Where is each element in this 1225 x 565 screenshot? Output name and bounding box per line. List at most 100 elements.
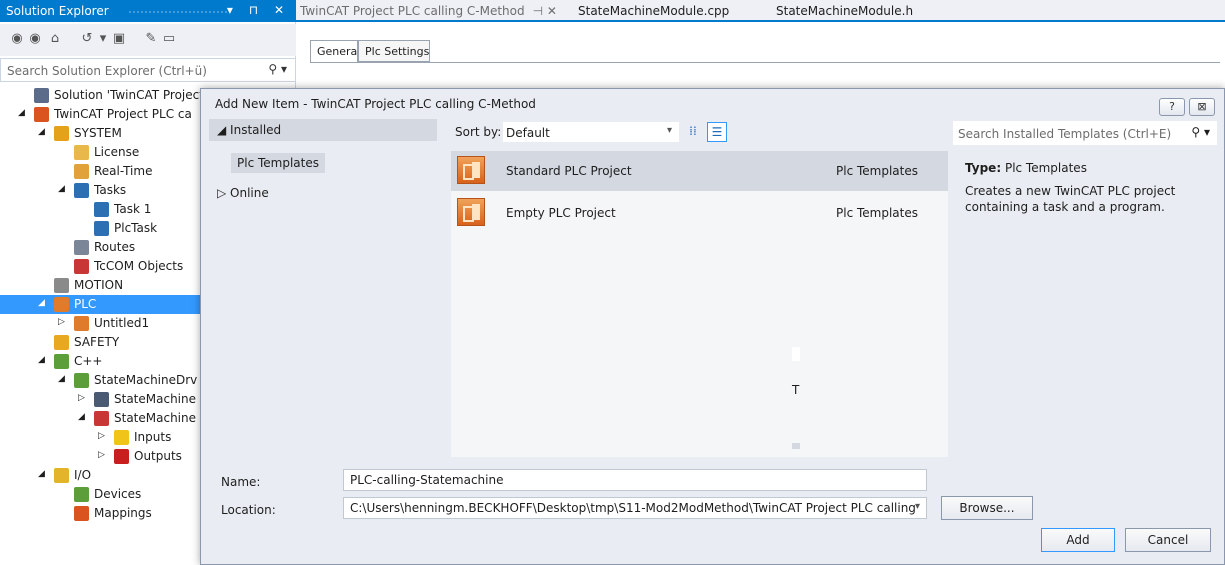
location-field[interactable]: C:\Users\henningm.BECKHOFF\Desktop\tmp\S… bbox=[343, 497, 927, 519]
template-search-input[interactable]: Search Installed Templates (Ctrl+E) bbox=[958, 127, 1171, 141]
home-icon[interactable]: ⌂ bbox=[48, 32, 62, 46]
category-installed[interactable]: ◢ Installed bbox=[209, 119, 437, 141]
editor-tab-label: StateMachineModule.cpp bbox=[578, 4, 730, 18]
render-artifact bbox=[792, 347, 800, 361]
editor-tab-strip: TwinCAT Project PLC calling C-Method ⊣ ✕ S… bbox=[296, 0, 1225, 22]
forward-icon[interactable]: ◉ bbox=[28, 32, 42, 46]
titlebar-buttons[interactable]: ▾ ⊓ ✕ bbox=[227, 3, 290, 17]
editor-tab-label: StateMachineModule.h bbox=[776, 4, 914, 18]
tree-item-label: TwinCAT Project PLC ca bbox=[54, 107, 192, 121]
tree-item-label: Task 1 bbox=[114, 202, 152, 216]
tree-node-icon bbox=[114, 449, 129, 464]
tree-item-label: Devices bbox=[94, 487, 142, 501]
tree-item-label: MOTION bbox=[74, 278, 124, 292]
history-icon[interactable]: ↺ bbox=[80, 32, 94, 46]
search-icon[interactable]: ⚲ ▾ bbox=[1191, 125, 1210, 139]
tab-divider bbox=[310, 62, 1220, 63]
help-button[interactable]: ? bbox=[1159, 98, 1185, 116]
list-view-icon[interactable]: ☰ bbox=[707, 122, 727, 142]
expand-arrow-icon[interactable]: ▷ bbox=[78, 393, 85, 403]
tree-item-label: StateMachine bbox=[114, 411, 196, 425]
tree-node-icon bbox=[74, 487, 89, 502]
dialog-title: Add New Item - TwinCAT Project PLC calli… bbox=[215, 97, 536, 111]
titlebar-grip bbox=[128, 10, 228, 14]
tree-node-icon bbox=[74, 240, 89, 255]
collapse-arrow-icon[interactable]: ◢ bbox=[58, 184, 65, 194]
small-icons-view-icon[interactable]: ⁞⁞ bbox=[683, 122, 703, 142]
tree-node-icon bbox=[94, 411, 109, 426]
name-label: Name: bbox=[221, 475, 261, 489]
chevron-down-icon[interactable]: ▾ bbox=[914, 501, 920, 512]
location-label: Location: bbox=[221, 503, 276, 517]
type-label: Type: bbox=[965, 161, 1002, 175]
collapse-arrow-icon[interactable]: ◢ bbox=[18, 108, 25, 118]
solution-explorer-title: Solution Explorer bbox=[6, 4, 109, 18]
tree-node-icon bbox=[94, 221, 109, 236]
tree-item-label: TcCOM Objects bbox=[94, 259, 184, 273]
solution-explorer-search[interactable]: Search Solution Explorer (Ctrl+ü) ⚲ ▾ bbox=[0, 58, 296, 82]
preview-icon[interactable]: ▭ bbox=[162, 32, 176, 46]
template-type: Type: Plc Templates bbox=[965, 161, 1087, 175]
tab-plc-settings[interactable]: Plc Settings bbox=[358, 40, 430, 62]
category-plc-templates[interactable]: Plc Templates bbox=[231, 153, 325, 173]
solution-explorer-titlebar: Solution Explorer ▾ ⊓ ✕ bbox=[0, 0, 296, 22]
collapse-arrow-icon[interactable]: ◢ bbox=[38, 298, 45, 308]
sort-bar: Sort by: Default ▾ ⁞⁞ ☰ bbox=[451, 119, 948, 145]
properties-wrench-icon[interactable]: ✎ bbox=[144, 32, 158, 46]
tree-node-icon bbox=[114, 430, 129, 445]
tree-item-label: Inputs bbox=[134, 430, 172, 444]
tree-node-icon bbox=[54, 468, 69, 483]
expand-arrow-icon[interactable]: ▷ bbox=[98, 450, 105, 460]
sort-dropdown[interactable]: Default ▾ bbox=[503, 122, 679, 142]
tree-node-icon bbox=[94, 202, 109, 217]
pin-close-icon[interactable]: ⊣ ✕ bbox=[533, 4, 557, 18]
dialog-titlebar: Add New Item - TwinCAT Project PLC calli… bbox=[201, 89, 1224, 117]
sort-label: Sort by: bbox=[455, 125, 502, 139]
template-empty-plc[interactable]: Empty PLC Project Plc Templates bbox=[451, 193, 948, 233]
expand-arrow-icon[interactable]: ▷ bbox=[58, 317, 65, 327]
tree-item-label: Routes bbox=[94, 240, 136, 254]
location-value: C:\Users\henningm.BECKHOFF\Desktop\tmp\S… bbox=[350, 501, 916, 515]
chevron-down-icon: ▾ bbox=[666, 125, 672, 136]
render-artifact-text: T bbox=[792, 383, 800, 397]
category-online[interactable]: ▷ Online bbox=[217, 186, 269, 200]
template-search-box[interactable]: Search Installed Templates (Ctrl+E) ⚲ ▾ bbox=[953, 121, 1217, 145]
close-button[interactable]: ⊠ bbox=[1189, 98, 1215, 116]
dropdown-chevron-icon[interactable]: ▾ bbox=[96, 32, 110, 46]
tree-node-icon bbox=[74, 145, 89, 160]
category-installed-label: ◢ Installed bbox=[217, 123, 282, 137]
add-button[interactable]: Add bbox=[1041, 528, 1115, 552]
editor-tab[interactable]: TwinCAT Project PLC calling C-Method ⊣ ✕ bbox=[300, 4, 557, 18]
name-field[interactable]: PLC-calling-Statemachine bbox=[343, 469, 927, 491]
tree-node-icon bbox=[74, 164, 89, 179]
render-artifact bbox=[792, 443, 800, 449]
editor-tab[interactable]: StateMachineModule.cpp bbox=[578, 4, 729, 18]
template-description: Creates a new TwinCAT PLC project contai… bbox=[965, 184, 1176, 214]
search-input[interactable]: Search Solution Explorer (Ctrl+ü) bbox=[7, 64, 207, 78]
back-icon[interactable]: ◉ bbox=[10, 32, 24, 46]
tree-node-icon bbox=[74, 183, 89, 198]
browse-button[interactable]: Browse... bbox=[941, 496, 1033, 520]
collapse-arrow-icon[interactable]: ◢ bbox=[58, 374, 65, 384]
expand-arrow-icon[interactable]: ▷ bbox=[98, 431, 105, 441]
tree-item-label: Tasks bbox=[94, 183, 127, 197]
tree-node-icon bbox=[54, 278, 69, 293]
tree-item-label: StateMachineDrv bbox=[94, 373, 198, 387]
plc-project-icon bbox=[457, 198, 485, 226]
collapse-arrow-icon[interactable]: ◢ bbox=[38, 127, 45, 137]
tree-item-label: Outputs bbox=[134, 449, 182, 463]
template-standard-plc[interactable]: Standard PLC Project Plc Templates bbox=[451, 151, 948, 191]
collapse-arrow-icon[interactable]: ◢ bbox=[38, 469, 45, 479]
tree-item-label: Real-Time bbox=[94, 164, 153, 178]
editor-tab[interactable]: StateMachineModule.h bbox=[776, 4, 913, 18]
cancel-button[interactable]: Cancel bbox=[1125, 528, 1211, 552]
collapse-arrow-icon[interactable]: ◢ bbox=[78, 412, 85, 422]
collapse-all-icon[interactable]: ▣ bbox=[112, 32, 126, 46]
plc-project-icon bbox=[457, 156, 485, 184]
collapse-arrow-icon[interactable]: ◢ bbox=[38, 355, 45, 365]
tab-general[interactable]: General bbox=[310, 40, 360, 63]
tree-item-label: Mappings bbox=[94, 506, 152, 520]
tree-node-icon bbox=[54, 354, 69, 369]
search-icon[interactable]: ⚲ ▾ bbox=[268, 62, 287, 76]
tree-node-icon bbox=[74, 373, 89, 388]
